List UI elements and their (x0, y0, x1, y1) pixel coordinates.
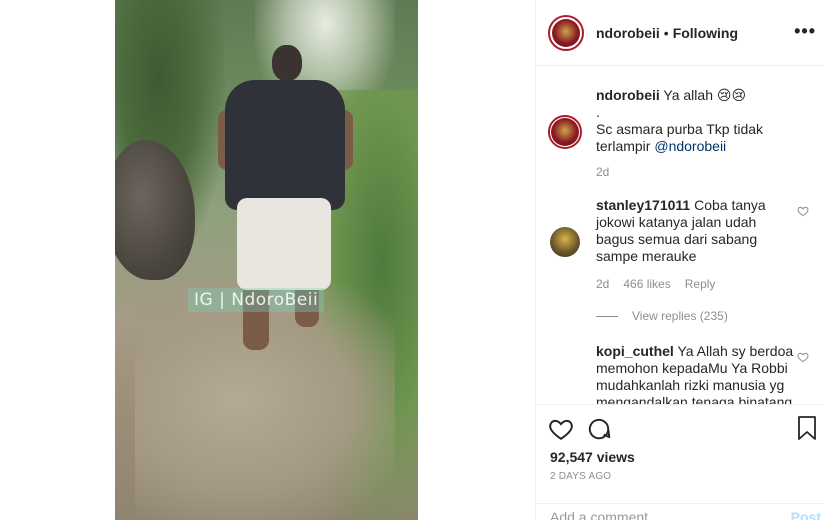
heart-icon[interactable] (797, 205, 809, 217)
video-watermark: IG | NdoroBeii (188, 288, 325, 312)
post-actions: 92,547 views 2 DAYS AGO Add a comment… P… (536, 404, 824, 520)
heart-icon[interactable] (797, 351, 809, 363)
video-scene-man-shorts (237, 198, 331, 290)
following-button[interactable]: Following (673, 25, 738, 41)
video-frame[interactable] (115, 0, 418, 520)
more-dots-icon[interactable]: ••• (794, 22, 816, 40)
post-media[interactable]: IG | NdoroBeii (0, 0, 535, 520)
caption-mention[interactable]: @ndorobeii (654, 138, 726, 154)
caption-line2: . (596, 104, 600, 120)
view-count[interactable]: 92,547 views (536, 445, 824, 465)
avatar[interactable] (548, 14, 584, 51)
caption-line1: Ya allah 😢😢 (663, 87, 747, 103)
view-replies-button[interactable]: View replies (235) (596, 309, 795, 323)
post-button[interactable]: Post (791, 509, 821, 520)
comment-text: stanley171011 Coba tanya jokowi katanya … (596, 197, 795, 265)
view-replies-label[interactable]: View replies (235) (632, 309, 728, 323)
caption-username[interactable]: ndorobeii (596, 87, 660, 103)
heart-icon[interactable] (548, 416, 574, 442)
reply-button[interactable]: Reply (685, 277, 716, 291)
list-item: stanley171011 Coba tanya jokowi katanya … (536, 197, 824, 323)
video-scene-man-shirt (225, 80, 345, 210)
comment-username[interactable]: stanley171011 (596, 197, 690, 213)
post-date: 2 DAYS AGO (550, 471, 612, 482)
add-comment-input[interactable]: Add a comment… (550, 509, 662, 520)
comment-meta: 2d 466 likes Reply (596, 277, 795, 291)
caption-text: ndorobeii Ya allah 😢😢 . Sc asmara purba … (596, 87, 809, 155)
caption: ndorobeii Ya allah 😢😢 . Sc asmara purba … (536, 67, 824, 179)
comments-list[interactable]: ndorobeii Ya allah 😢😢 . Sc asmara purba … (536, 67, 824, 404)
header-username[interactable]: ndorobeii (596, 25, 660, 41)
post-side-panel: ndorobeii • Following ••• ndorobeii Ya a… (535, 0, 824, 520)
comment-likes[interactable]: 466 likes (623, 277, 670, 291)
add-comment-bar: Add a comment… Post (536, 503, 824, 520)
comment-text: kopi_cuthel Ya Allah sy berdoa memohon k… (596, 343, 795, 404)
divider (596, 315, 618, 317)
action-icons (536, 405, 824, 445)
bookmark-icon[interactable] (795, 415, 819, 441)
post-header: ndorobeii • Following ••• (536, 0, 824, 66)
video-scene-man-head (272, 45, 302, 81)
comment-username[interactable]: kopi_cuthel (596, 343, 674, 359)
comment-avatar[interactable] (550, 227, 580, 257)
caption-time: 2d (596, 165, 610, 179)
caption-avatar[interactable] (548, 115, 582, 149)
header-separator: • (663, 24, 669, 41)
comment-time: 2d (596, 277, 610, 291)
list-item: kopi_cuthel Ya Allah sy berdoa memohon k… (536, 343, 824, 404)
comment-bubble-icon[interactable] (586, 416, 612, 442)
